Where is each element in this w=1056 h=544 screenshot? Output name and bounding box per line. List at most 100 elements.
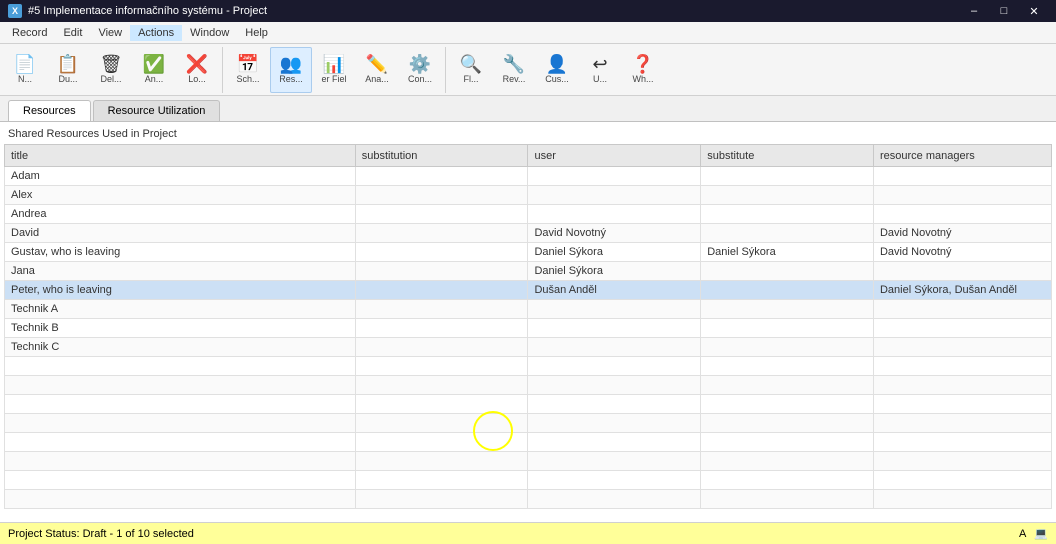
cell-user [528, 300, 701, 319]
cell-managers [873, 300, 1051, 319]
cell-managers: Daniel Sýkora, Dušan Anděl [873, 281, 1051, 300]
table-row-empty [5, 395, 1052, 414]
cell-user: Dušan Anděl [528, 281, 701, 300]
table-row[interactable]: Technik A [5, 300, 1052, 319]
new-button[interactable]: 📄 N... [4, 47, 46, 93]
review-label: Rev... [503, 75, 526, 85]
table-row[interactable]: Adam [5, 167, 1052, 186]
table-row-empty [5, 452, 1052, 471]
cell-substitute: Daniel Sýkora [701, 243, 874, 262]
status-icon: 💻 [1034, 527, 1048, 540]
cell-substitution [355, 281, 528, 300]
table-row[interactable]: Jana Daniel Sýkora [5, 262, 1052, 281]
schedule-button[interactable]: 📅 Sch... [227, 47, 269, 93]
cell-substitute [701, 338, 874, 357]
cell-managers [873, 186, 1051, 205]
menu-window[interactable]: Window [182, 25, 237, 41]
cell-title: Jana [5, 262, 356, 281]
main-area: Resources Resource Utilization Shared Re… [0, 96, 1056, 544]
custom-button[interactable]: 👤 Cus... [536, 47, 578, 93]
menu-view[interactable]: View [90, 25, 130, 41]
table-row-empty [5, 357, 1052, 376]
col-header-substitute: substitute [701, 145, 874, 167]
user-icon: ↩ [592, 55, 607, 73]
help-button[interactable]: ❓ Wh... [622, 47, 664, 93]
cell-title: Alex [5, 186, 356, 205]
cell-substitute [701, 281, 874, 300]
resources-label: Res... [279, 75, 303, 85]
cell-managers: David Novotný [873, 243, 1051, 262]
maximize-button[interactable]: □ [990, 0, 1018, 22]
resources-icon: 👥 [280, 55, 302, 73]
log-label: Lo... [188, 75, 206, 85]
custom-icon: 👤 [546, 55, 568, 73]
connect-label: Con... [408, 75, 432, 85]
status-right: A 💻 [1019, 527, 1048, 540]
table-container[interactable]: title substitution user substitute resou… [4, 144, 1052, 522]
analyze-label: Ana... [365, 75, 389, 85]
cell-substitution-highlighted[interactable] [355, 338, 528, 357]
cell-title: Technik B [5, 319, 356, 338]
delete-label: Del... [100, 75, 121, 85]
close-button[interactable]: ✕ [1020, 0, 1048, 22]
menu-record[interactable]: Record [4, 25, 55, 41]
menu-edit[interactable]: Edit [55, 25, 90, 41]
col-header-managers: resource managers [873, 145, 1051, 167]
cell-user: Daniel Sýkora [528, 262, 701, 281]
resources-button[interactable]: 👥 Res... [270, 47, 312, 93]
connect-button[interactable]: ⚙️ Con... [399, 47, 441, 93]
table-row-empty [5, 490, 1052, 509]
cell-managers [873, 338, 1051, 357]
er-field-icon: 📊 [323, 55, 345, 73]
table-row[interactable]: Alex [5, 186, 1052, 205]
status-a: A [1019, 528, 1026, 540]
status-bar: Project Status: Draft - 1 of 10 selected… [0, 522, 1056, 544]
cell-title: David [5, 224, 356, 243]
status-text: Project Status: Draft - 1 of 10 selected [8, 528, 194, 540]
analyze-icon: ✏️ [366, 55, 388, 73]
toolbar: 📄 N... 📋 Du... 🗑 Del... ✅ An... ❌ Lo... … [0, 44, 1056, 96]
minimize-button[interactable]: – [960, 0, 988, 22]
fl-icon: 🔍 [460, 55, 482, 73]
menu-actions[interactable]: Actions [130, 25, 182, 41]
tab-resources[interactable]: Resources [8, 100, 91, 121]
review-button[interactable]: 🔧 Rev... [493, 47, 535, 93]
cell-managers [873, 205, 1051, 224]
er-field-label: er Fiel [321, 75, 346, 85]
er-field-button[interactable]: 📊 er Fiel [313, 47, 355, 93]
cell-user: Daniel Sýkora [528, 243, 701, 262]
table-row[interactable]: Andrea [5, 205, 1052, 224]
table-row[interactable]: Technik B [5, 319, 1052, 338]
fl-button[interactable]: 🔍 Fl... [450, 47, 492, 93]
menu-help[interactable]: Help [237, 25, 276, 41]
table-row-empty [5, 433, 1052, 452]
cell-title: Gustav, who is leaving [5, 243, 356, 262]
table-row[interactable]: David David Novotný David Novotný [5, 224, 1052, 243]
new-label: N... [18, 75, 32, 85]
user-button[interactable]: ↩ U... [579, 47, 621, 93]
delete-button[interactable]: 🗑 Del... [90, 47, 132, 93]
schedule-label: Sch... [236, 75, 259, 85]
log-button[interactable]: ❌ Lo... [176, 47, 218, 93]
tab-bar: Resources Resource Utilization [0, 96, 1056, 122]
cell-substitution [355, 224, 528, 243]
log-icon: ❌ [186, 55, 208, 73]
cell-substitution [355, 262, 528, 281]
window-title: #5 Implementace informačního systému - P… [28, 5, 267, 17]
table-row[interactable]: Gustav, who is leaving Daniel Sýkora Dan… [5, 243, 1052, 262]
cell-substitution [355, 243, 528, 262]
table-row-selected[interactable]: Peter, who is leaving Dušan Anděl Daniel… [5, 281, 1052, 300]
duplicate-button[interactable]: 📋 Du... [47, 47, 89, 93]
table-row-empty [5, 414, 1052, 433]
title-bar: X #5 Implementace informačního systému -… [0, 0, 1056, 22]
window-controls[interactable]: – □ ✕ [960, 0, 1048, 22]
table-row[interactable]: Technik C [5, 338, 1052, 357]
tab-utilization[interactable]: Resource Utilization [93, 100, 221, 121]
cell-substitute [701, 300, 874, 319]
cell-title: Adam [5, 167, 356, 186]
analyze-button[interactable]: ✏️ Ana... [356, 47, 398, 93]
approve-button[interactable]: ✅ An... [133, 47, 175, 93]
cell-substitute [701, 205, 874, 224]
table-row-empty [5, 376, 1052, 395]
connect-icon: ⚙️ [409, 55, 431, 73]
